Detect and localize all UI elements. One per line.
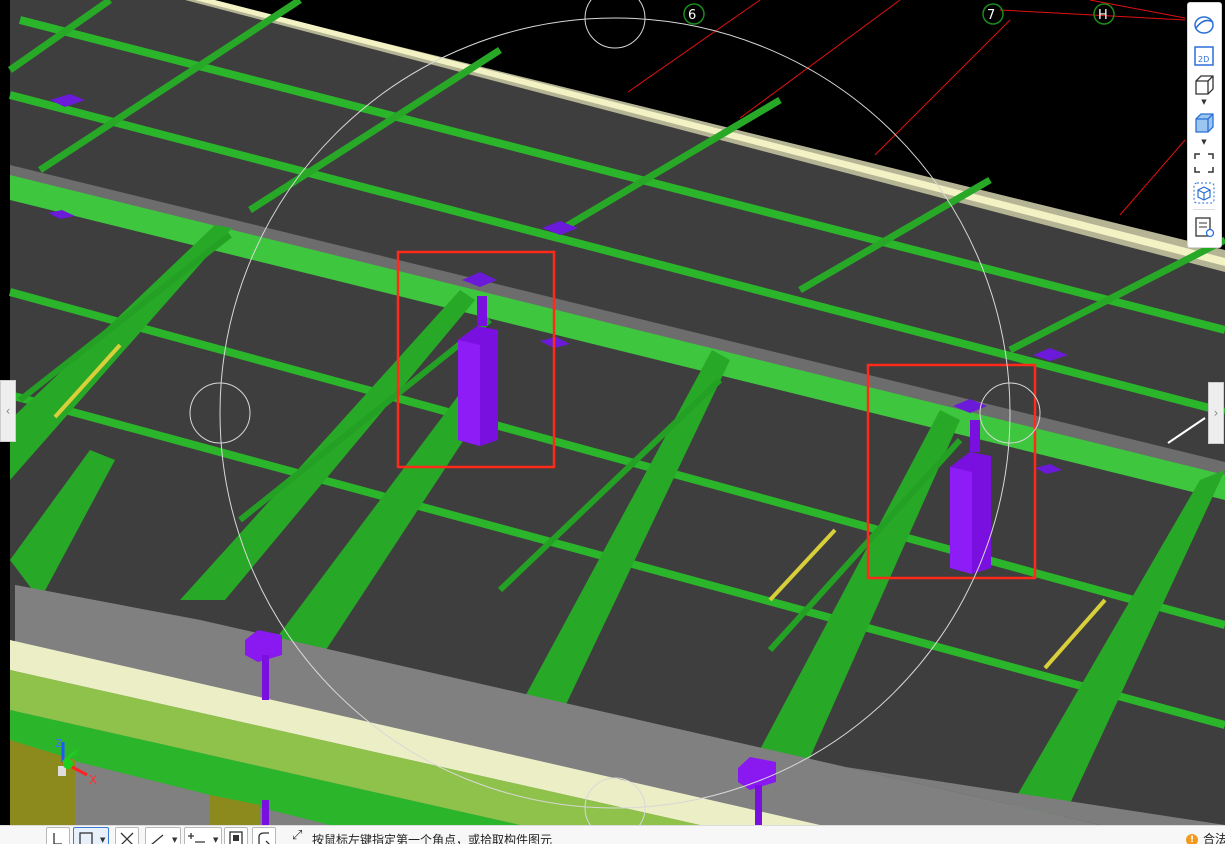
svg-text:H: H [1098,8,1108,23]
rectangle-select-icon[interactable]: ▼ [73,827,109,844]
model-scene[interactable]: 6 7 H [0,0,1225,825]
status-right-label: 合法 [1203,832,1225,844]
svg-text:Y: Y [72,746,80,759]
isometric-view-icon[interactable] [1192,181,1216,205]
point-select-icon[interactable] [46,827,70,844]
solid-box-icon[interactable] [1192,111,1216,135]
status-bar: ▼ ▼ ▼ ⤢ 按鼠标左键指定第一个角点，或拾取构件图元 ! 合法 [0,825,1225,844]
svg-text:Z: Z [55,737,63,750]
window-select-icon[interactable] [224,827,248,844]
status-prompt: 按鼠标左键指定第一个角点，或拾取构件图元 [312,831,552,844]
zoom-extents-icon[interactable] [1192,151,1216,175]
toolbar-divider [1193,209,1215,210]
3d-model-viewport[interactable]: 6 7 H [0,0,1225,825]
svg-text:X: X [89,773,97,787]
resize-arrow-icon: ⤢ [292,828,302,843]
polyline-select-icon[interactable]: ▼ [145,827,181,844]
chevron-right-icon: › [1209,383,1223,443]
svg-text:7: 7 [987,8,995,23]
left-panel-collapse-handle[interactable]: ‹ [0,380,16,442]
arc-select-icon[interactable] [252,827,276,844]
svg-text:2D: 2D [1198,55,1209,64]
orbit-icon[interactable] [1192,13,1216,37]
chevron-left-icon: ‹ [1,381,15,441]
2d-view-icon[interactable]: 2D [1192,44,1216,68]
display-settings-icon[interactable] [1192,215,1216,239]
dropdown-caret-icon[interactable]: ▼ [1192,98,1216,106]
status-indicator: ! 合法 [1186,830,1225,844]
dropdown-caret-icon[interactable]: ▼ [1192,138,1216,146]
view-toolbar: 2D ▼ ▼ [1187,2,1222,248]
warning-icon: ! [1186,834,1198,844]
wireframe-box-icon[interactable] [1192,73,1216,97]
svg-text:6: 6 [688,8,696,23]
add-point-icon[interactable]: ▼ [184,827,222,844]
right-panel-collapse-handle[interactable]: › [1208,382,1224,444]
cross-select-icon[interactable] [115,827,139,844]
